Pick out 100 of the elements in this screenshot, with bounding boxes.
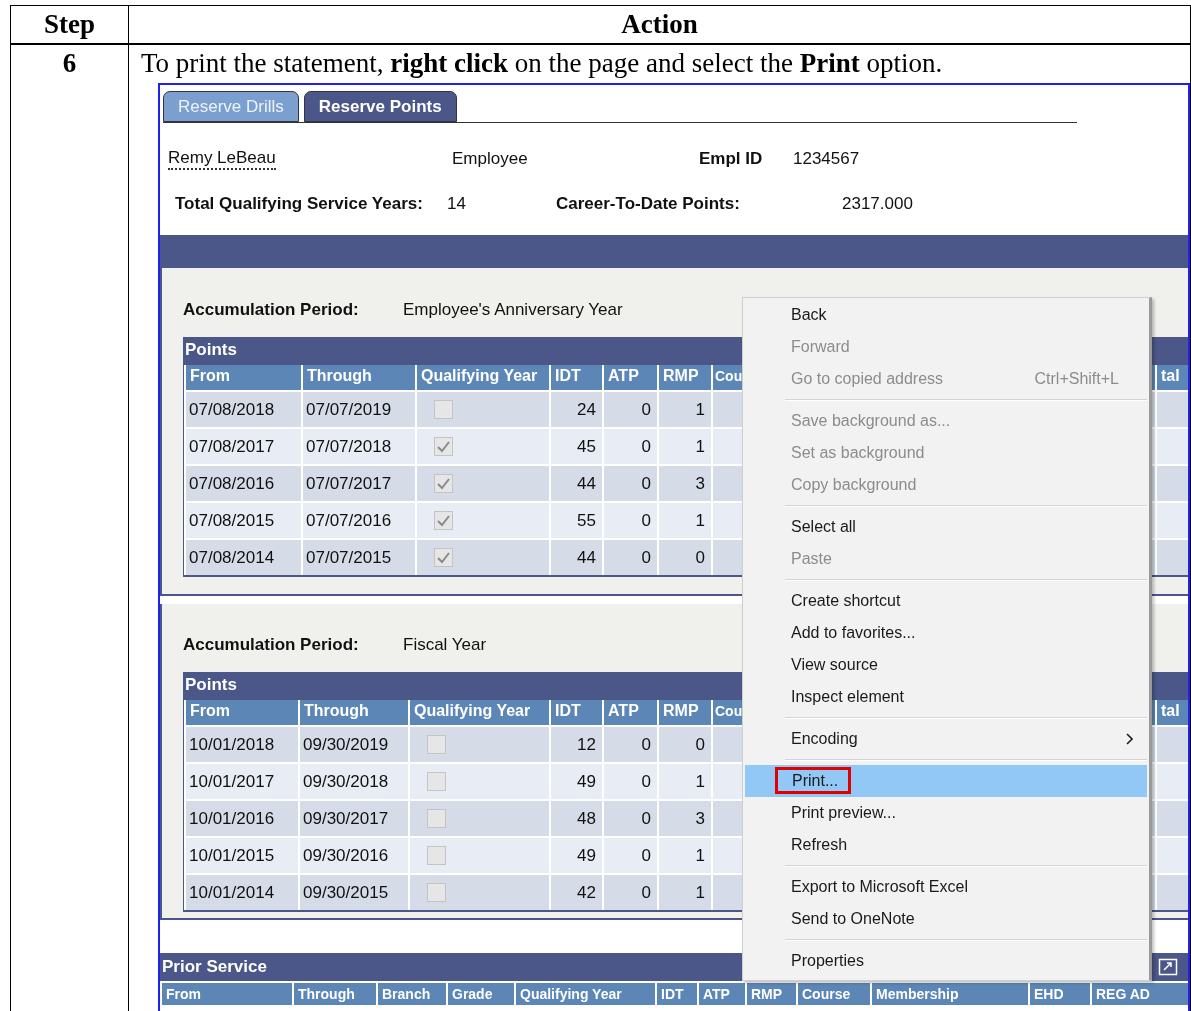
menu-item[interactable]: Select all [745,511,1147,543]
field-label: Career-To-Date Points: [556,194,740,214]
expand-icon [1158,958,1178,976]
table-cell: 0 [602,762,657,799]
table-title: Points [185,339,237,361]
table-cell: 07/08/2014 [184,538,301,575]
table-cell: 10/01/2015 [184,836,298,873]
table-cell [1155,873,1188,910]
table-cell: 07/07/2015 [301,538,415,575]
column-header: From [160,983,292,1005]
table-cell: 44 [549,464,602,501]
table-title: Points [185,674,237,696]
column-header: Step [43,8,96,41]
table-cell: 09/30/2015 [298,873,408,910]
table-cell: 3 [657,464,711,501]
table-cell: 0 [602,799,657,836]
table-cell: 1 [657,762,711,799]
menu-item[interactable]: Properties [745,945,1147,977]
table-cell: 07/08/2016 [184,464,301,501]
instruction-text: To print the statement, right click on the page and select the Print option. [141,47,944,80]
table-cell: 10/01/2014 [184,873,298,910]
tab[interactable]: Reserve Points [303,91,457,122]
menu-item[interactable]: Add to favorites... [745,617,1147,649]
table-cell: 0 [602,501,657,538]
table-cell: 0 [602,725,657,762]
checkbox[interactable] [434,511,453,530]
table-cell: 1 [657,501,711,538]
field-value: 2317.000 [842,194,913,214]
column-header: Course [796,983,870,1005]
table-cell: 1 [657,390,711,427]
checkbox[interactable] [434,400,453,419]
menu-item[interactable]: View source [745,649,1147,681]
column-header: Through [292,983,376,1005]
column-header: IDT [655,983,697,1005]
table-cell: 07/07/2019 [301,390,415,427]
column-header: Branch [376,983,446,1005]
employee-name-link[interactable]: Remy LeBeau [168,148,276,170]
table-cell [1155,427,1188,464]
checkbox[interactable] [427,809,446,828]
table-cell: 0 [602,427,657,464]
check-icon [436,440,451,453]
menu-item[interactable]: Create shortcut [745,585,1147,617]
table-cell: 07/08/2017 [184,427,301,464]
table-cell: 1 [657,873,711,910]
table-cell: 1 [657,836,711,873]
table-cell [1155,390,1188,427]
table-cell: 07/07/2018 [301,427,415,464]
table-cell: 0 [657,538,711,575]
column-header: ATP [697,983,745,1005]
table-cell: 10/01/2017 [184,762,298,799]
role-text: Employee [452,149,528,169]
table-cell: 44 [549,538,602,575]
table-cell: 09/30/2016 [298,836,408,873]
menu-item[interactable]: Inspect element [745,681,1147,713]
table-cell: 0 [602,538,657,575]
field-value: 1234567 [793,149,860,169]
checkbox[interactable] [434,548,453,567]
field-value: 14 [447,194,466,214]
chevron-right-icon [1125,733,1133,745]
table-cell: 12 [549,725,602,762]
table-cell: 24 [549,390,602,427]
table-cell: 49 [549,762,602,799]
table-cell: 0 [602,873,657,910]
checkbox[interactable] [434,437,453,456]
menu-item[interactable]: Print preview... [745,797,1147,829]
field-label: Accumulation Period: [183,635,359,655]
shortcut-text: Ctrl+Shift+L [1034,370,1119,388]
table-cell: 1 [657,427,711,464]
section-title: Prior Service [162,956,267,978]
menu-item[interactable]: Encoding [745,723,1147,755]
highlight-box: Print... [775,767,852,794]
table-cell: 07/07/2017 [301,464,415,501]
checkbox[interactable] [434,474,453,493]
menu-item[interactable]: Print... [745,765,1147,797]
menu-item[interactable]: Export to Microsoft Excel [745,871,1147,903]
check-icon [436,514,451,527]
menu-item[interactable]: Refresh [745,829,1147,861]
menu-item[interactable]: Send to OneNote [745,903,1147,935]
checkbox[interactable] [427,735,446,754]
checkbox[interactable] [427,883,446,902]
column-header: RMP [745,983,796,1005]
table-cell: 3 [657,799,711,836]
table-cell: 0 [602,464,657,501]
table-cell: 09/30/2019 [298,725,408,762]
field-label: Empl ID [699,149,763,169]
checkbox[interactable] [427,846,446,865]
table-cell: 0 [602,836,657,873]
step-number: 6 [62,47,77,80]
table-cell: 10/01/2016 [184,799,298,836]
column-header: REG AD [1090,983,1170,1005]
column-header: Qualifying Year [514,983,655,1005]
field-value: Fiscal Year [403,635,487,655]
field-label: Accumulation Period: [183,300,359,320]
table-cell: 48 [549,799,602,836]
checkbox[interactable] [427,772,446,791]
table-cell: 49 [549,836,602,873]
table-cell: 07/07/2016 [301,501,415,538]
table-cell: 10/01/2018 [184,725,298,762]
table-cell: 09/30/2017 [298,799,408,836]
menu-item[interactable]: Back [745,299,1147,331]
